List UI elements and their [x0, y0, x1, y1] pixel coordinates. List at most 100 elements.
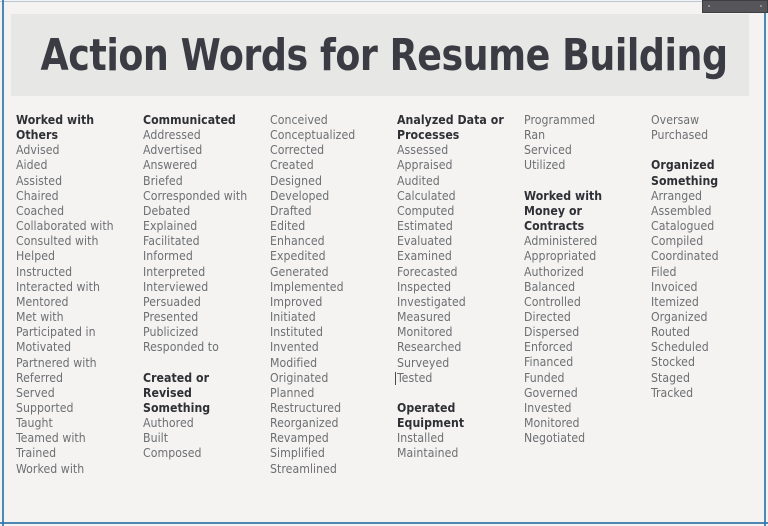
word-item[interactable]: Enhanced: [270, 234, 392, 249]
word-item[interactable]: Persuaded: [143, 295, 265, 310]
word-item[interactable]: Interpreted: [143, 265, 265, 280]
word-item[interactable]: Utilized: [524, 158, 646, 173]
word-item[interactable]: Inspected: [397, 280, 519, 295]
word-item[interactable]: Serviced: [524, 143, 646, 158]
word-item[interactable]: Monitored: [397, 325, 519, 340]
word-item[interactable]: Negotiated: [524, 431, 646, 446]
word-item[interactable]: Supported: [16, 401, 138, 416]
word-item[interactable]: Coached: [16, 204, 138, 219]
word-item[interactable]: Programmed: [524, 113, 646, 128]
word-item[interactable]: Filed: [651, 265, 768, 280]
word-item[interactable]: Aided: [16, 158, 138, 173]
word-item[interactable]: Conceived: [270, 113, 392, 128]
word-item[interactable]: Teamed with: [16, 431, 138, 446]
word-item[interactable]: Estimated: [397, 219, 519, 234]
word-item[interactable]: Implemented: [270, 280, 392, 295]
word-item[interactable]: Collaborated with: [16, 219, 138, 234]
word-item[interactable]: Interviewed: [143, 280, 265, 295]
word-group-heading[interactable]: Others: [16, 128, 138, 143]
word-item[interactable]: Mentored: [16, 295, 138, 310]
word-group-heading[interactable]: Something: [651, 174, 768, 189]
word-item[interactable]: Created: [270, 158, 392, 173]
word-item[interactable]: Worked with: [16, 462, 138, 477]
word-item[interactable]: Balanced: [524, 280, 646, 295]
word-item[interactable]: Planned: [270, 386, 392, 401]
floating-toolbar-chip[interactable]: [702, 0, 768, 13]
word-item[interactable]: Directed: [524, 310, 646, 325]
word-item[interactable]: Oversaw: [651, 113, 768, 128]
word-item[interactable]: Met with: [16, 310, 138, 325]
word-item[interactable]: Helped: [16, 249, 138, 264]
word-group-heading[interactable]: Analyzed Data or: [397, 113, 519, 128]
word-item[interactable]: Trained: [16, 446, 138, 461]
word-group-heading[interactable]: Revised: [143, 386, 265, 401]
word-item[interactable]: Expedited: [270, 249, 392, 264]
word-item[interactable]: Corrected: [270, 143, 392, 158]
word-item[interactable]: Motivated: [16, 340, 138, 355]
word-item[interactable]: Designed: [270, 174, 392, 189]
word-item[interactable]: Generated: [270, 265, 392, 280]
word-item[interactable]: Authorized: [524, 265, 646, 280]
word-item[interactable]: Measured: [397, 310, 519, 325]
word-item[interactable]: Referred: [16, 371, 138, 386]
word-item[interactable]: Restructured: [270, 401, 392, 416]
word-item[interactable]: Assessed: [397, 143, 519, 158]
word-item[interactable]: Evaluated: [397, 234, 519, 249]
word-item[interactable]: Explained: [143, 219, 265, 234]
word-group-heading[interactable]: Communicated: [143, 113, 265, 128]
word-item[interactable]: Interacted with: [16, 280, 138, 295]
word-item[interactable]: Arranged: [651, 189, 768, 204]
word-item[interactable]: Answered: [143, 158, 265, 173]
word-item[interactable]: Responded to: [143, 340, 265, 355]
word-item[interactable]: Originated: [270, 371, 392, 386]
word-item[interactable]: Consulted with: [16, 234, 138, 249]
word-item[interactable]: Instituted: [270, 325, 392, 340]
word-item[interactable]: Publicized: [143, 325, 265, 340]
word-item[interactable]: Built: [143, 431, 265, 446]
word-item[interactable]: Computed: [397, 204, 519, 219]
word-item[interactable]: Governed: [524, 386, 646, 401]
word-item[interactable]: Installed: [397, 431, 519, 446]
word-item[interactable]: Staged: [651, 371, 768, 386]
word-item[interactable]: Advised: [16, 143, 138, 158]
word-item[interactable]: Assisted: [16, 174, 138, 189]
word-item[interactable]: Edited: [270, 219, 392, 234]
word-item[interactable]: Debated: [143, 204, 265, 219]
word-item[interactable]: Partnered with: [16, 356, 138, 371]
word-item[interactable]: Authored: [143, 416, 265, 431]
word-group-heading[interactable]: Worked with: [16, 113, 138, 128]
word-group-heading[interactable]: Contracts: [524, 219, 646, 234]
word-item[interactable]: Advertised: [143, 143, 265, 158]
word-item[interactable]: Ran: [524, 128, 646, 143]
word-item[interactable]: Informed: [143, 249, 265, 264]
word-item[interactable]: Surveyed: [397, 356, 519, 371]
word-group-heading[interactable]: Money or: [524, 204, 646, 219]
word-item[interactable]: Conceptualized: [270, 128, 392, 143]
word-group-heading[interactable]: Equipment: [397, 416, 519, 431]
word-item[interactable]: Routed: [651, 325, 768, 340]
word-item[interactable]: Forecasted: [397, 265, 519, 280]
word-item[interactable]: Streamlined: [270, 462, 392, 477]
word-item[interactable]: Scheduled: [651, 340, 768, 355]
word-item[interactable]: Audited: [397, 174, 519, 189]
word-item[interactable]: Presented: [143, 310, 265, 325]
word-item[interactable]: Appraised: [397, 158, 519, 173]
word-item[interactable]: Appropriated: [524, 249, 646, 264]
word-item[interactable]: Examined: [397, 249, 519, 264]
word-item[interactable]: Enforced: [524, 340, 646, 355]
word-item[interactable]: Drafted: [270, 204, 392, 219]
word-item[interactable]: Catalogued: [651, 219, 768, 234]
word-item[interactable]: Administered: [524, 234, 646, 249]
word-item[interactable]: Briefed: [143, 174, 265, 189]
word-item[interactable]: Facilitated: [143, 234, 265, 249]
word-group-heading[interactable]: Worked with: [524, 189, 646, 204]
word-item[interactable]: Instructed: [16, 265, 138, 280]
word-item[interactable]: Reorganized: [270, 416, 392, 431]
word-item[interactable]: Modified: [270, 356, 392, 371]
word-item[interactable]: Tracked: [651, 386, 768, 401]
word-group-heading[interactable]: Operated: [397, 401, 519, 416]
word-item[interactable]: Monitored: [524, 416, 646, 431]
word-item[interactable]: Calculated: [397, 189, 519, 204]
word-item[interactable]: Controlled: [524, 295, 646, 310]
word-group-heading[interactable]: Created or: [143, 371, 265, 386]
